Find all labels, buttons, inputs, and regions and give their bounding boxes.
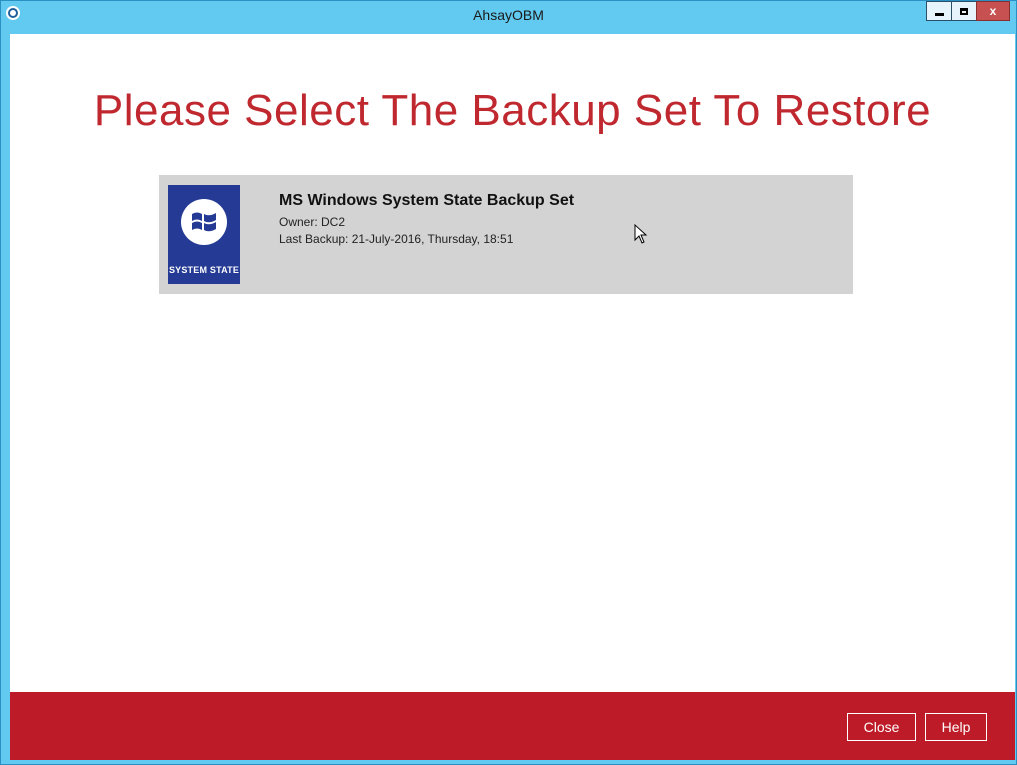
maximize-button[interactable] bbox=[951, 1, 977, 21]
window-title: AhsayOBM bbox=[473, 7, 544, 23]
backup-set-card[interactable]: SYSTEM STATE MS Windows System State Bac… bbox=[159, 175, 853, 294]
backup-set-name: MS Windows System State Backup Set bbox=[279, 192, 575, 209]
minimize-button[interactable] bbox=[926, 1, 952, 21]
system-state-tile: SYSTEM STATE bbox=[168, 185, 240, 284]
system-state-label: SYSTEM STATE bbox=[168, 265, 240, 275]
backup-set-last-backup: Last Backup: 21-July-2016, Thursday, 18:… bbox=[279, 232, 514, 246]
maximize-icon bbox=[960, 7, 968, 15]
mouse-pointer-icon bbox=[634, 223, 648, 249]
window-close-button[interactable]: x bbox=[976, 1, 1010, 21]
help-button[interactable]: Help bbox=[925, 713, 987, 741]
close-icon: x bbox=[989, 4, 997, 18]
main-content: Please Select The Backup Set To Restore … bbox=[10, 34, 1015, 760]
windows-logo-icon bbox=[181, 199, 227, 245]
footer-bar: Close Help bbox=[10, 692, 1015, 760]
close-button[interactable]: Close bbox=[847, 713, 916, 741]
page-title: Please Select The Backup Set To Restore bbox=[93, 86, 932, 135]
title-bar[interactable]: AhsayOBM x bbox=[1, 1, 1016, 35]
minimize-icon bbox=[934, 12, 944, 16]
backup-set-owner: Owner: DC2 bbox=[279, 215, 346, 229]
